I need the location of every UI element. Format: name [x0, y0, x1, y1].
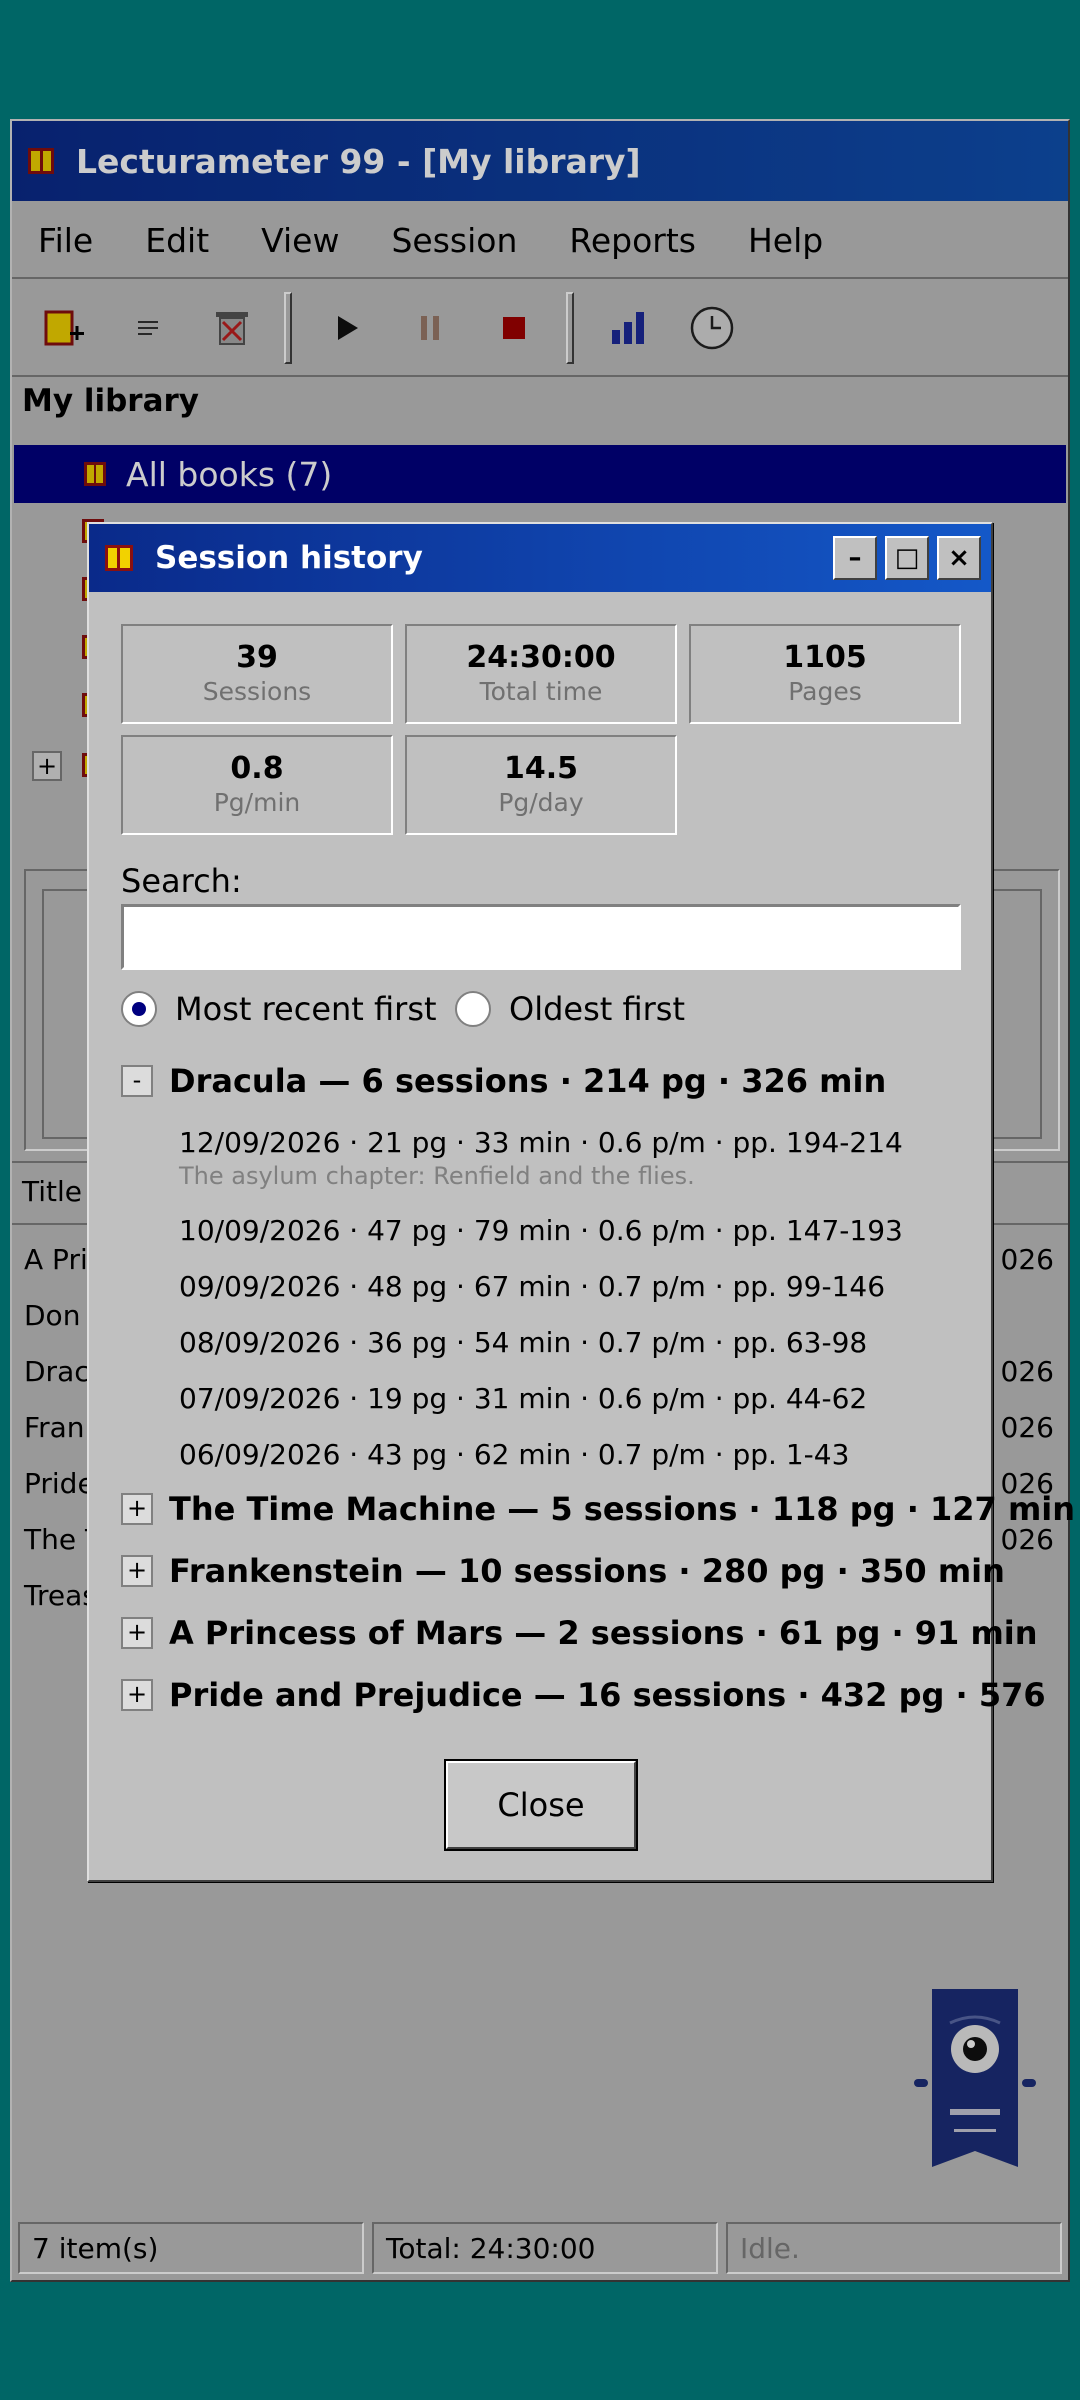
session-row[interactable]: 12/09/2026 · 21 pg · 33 min · 0.6 p/m · …: [179, 1126, 903, 1159]
stat-label: Total time: [479, 677, 603, 706]
stat-value: 24:30:00: [466, 640, 616, 675]
stat-value: 39: [236, 640, 278, 675]
expand-toggle-icon[interactable]: +: [121, 1493, 153, 1525]
group-title: A Princess of Mars — 2 sessions · 61 pg …: [169, 1614, 1038, 1652]
session-row[interactable]: 08/09/2026 · 36 pg · 54 min · 0.7 p/m · …: [179, 1326, 867, 1359]
stat-value: 1105: [783, 640, 867, 675]
group-title: Dracula — 6 sessions · 214 pg · 326 min: [169, 1062, 887, 1100]
group-title: The Time Machine — 5 sessions · 118 pg ·…: [169, 1490, 1076, 1528]
expand-toggle-icon[interactable]: +: [121, 1679, 153, 1711]
stat-pages-per-day: 14.5 Pg/day: [405, 735, 677, 835]
book-group-pride-and-prejudice[interactable]: + Pride and Prejudice — 16 sessions · 43…: [121, 1676, 1046, 1714]
expand-toggle-icon[interactable]: +: [121, 1555, 153, 1587]
stat-label: Pg/min: [213, 788, 301, 817]
book-group-dracula[interactable]: - Dracula — 6 sessions · 214 pg · 326 mi…: [121, 1062, 886, 1100]
session-row[interactable]: 06/09/2026 · 43 pg · 62 min · 0.7 p/m · …: [179, 1438, 849, 1471]
group-title: Pride and Prejudice — 16 sessions · 432 …: [169, 1676, 1046, 1714]
stat-pages-per-minute: 0.8 Pg/min: [121, 735, 393, 835]
stat-label: Pages: [788, 677, 862, 706]
sort-most-recent-radio[interactable]: Most recent first: [121, 990, 437, 1028]
collapse-toggle-icon[interactable]: -: [121, 1065, 153, 1097]
stat-total-time: 24:30:00 Total time: [405, 624, 677, 724]
stat-pages: 1105 Pages: [689, 624, 961, 724]
radio-selected-icon: [121, 991, 157, 1027]
session-row[interactable]: 07/09/2026 · 19 pg · 31 min · 0.6 p/m · …: [179, 1382, 867, 1415]
dialog-title: Session history: [155, 540, 423, 576]
expand-toggle-icon[interactable]: +: [121, 1617, 153, 1649]
session-row[interactable]: 09/09/2026 · 48 pg · 67 min · 0.7 p/m · …: [179, 1270, 885, 1303]
radio-label: Oldest first: [509, 990, 685, 1028]
stat-value: 14.5: [503, 751, 579, 786]
close-button[interactable]: Close: [444, 1759, 638, 1851]
book-group-frankenstein[interactable]: + Frankenstein — 10 sessions · 280 pg · …: [121, 1552, 1005, 1590]
book-group-time-machine[interactable]: + The Time Machine — 5 sessions · 118 pg…: [121, 1490, 1075, 1528]
book-icon: [105, 545, 133, 571]
close-window-button[interactable]: ×: [937, 536, 981, 580]
sort-oldest-radio[interactable]: Oldest first: [455, 990, 685, 1028]
maximize-button[interactable]: □: [885, 536, 929, 580]
minimize-button[interactable]: –: [833, 536, 877, 580]
stat-sessions: 39 Sessions: [121, 624, 393, 724]
stat-label: Pg/day: [498, 788, 584, 817]
session-history-dialog: Session history – □ × 39 Sessions 24:30:…: [87, 522, 1075, 1882]
stat-value: 0.8: [230, 751, 284, 786]
radio-empty-icon: [455, 991, 491, 1027]
session-row[interactable]: 10/09/2026 · 47 pg · 79 min · 0.6 p/m · …: [179, 1214, 903, 1247]
radio-label: Most recent first: [175, 990, 437, 1028]
search-input[interactable]: [121, 904, 961, 970]
session-note: The asylum chapter: Renfield and the fli…: [179, 1162, 695, 1190]
dialog-titlebar[interactable]: Session history – □ ×: [89, 524, 991, 592]
search-label: Search:: [121, 862, 242, 900]
group-title: Frankenstein — 10 sessions · 280 pg · 35…: [169, 1552, 1005, 1590]
book-group-princess-of-mars[interactable]: + A Princess of Mars — 2 sessions · 61 p…: [121, 1614, 1038, 1652]
stat-label: Sessions: [202, 677, 312, 706]
